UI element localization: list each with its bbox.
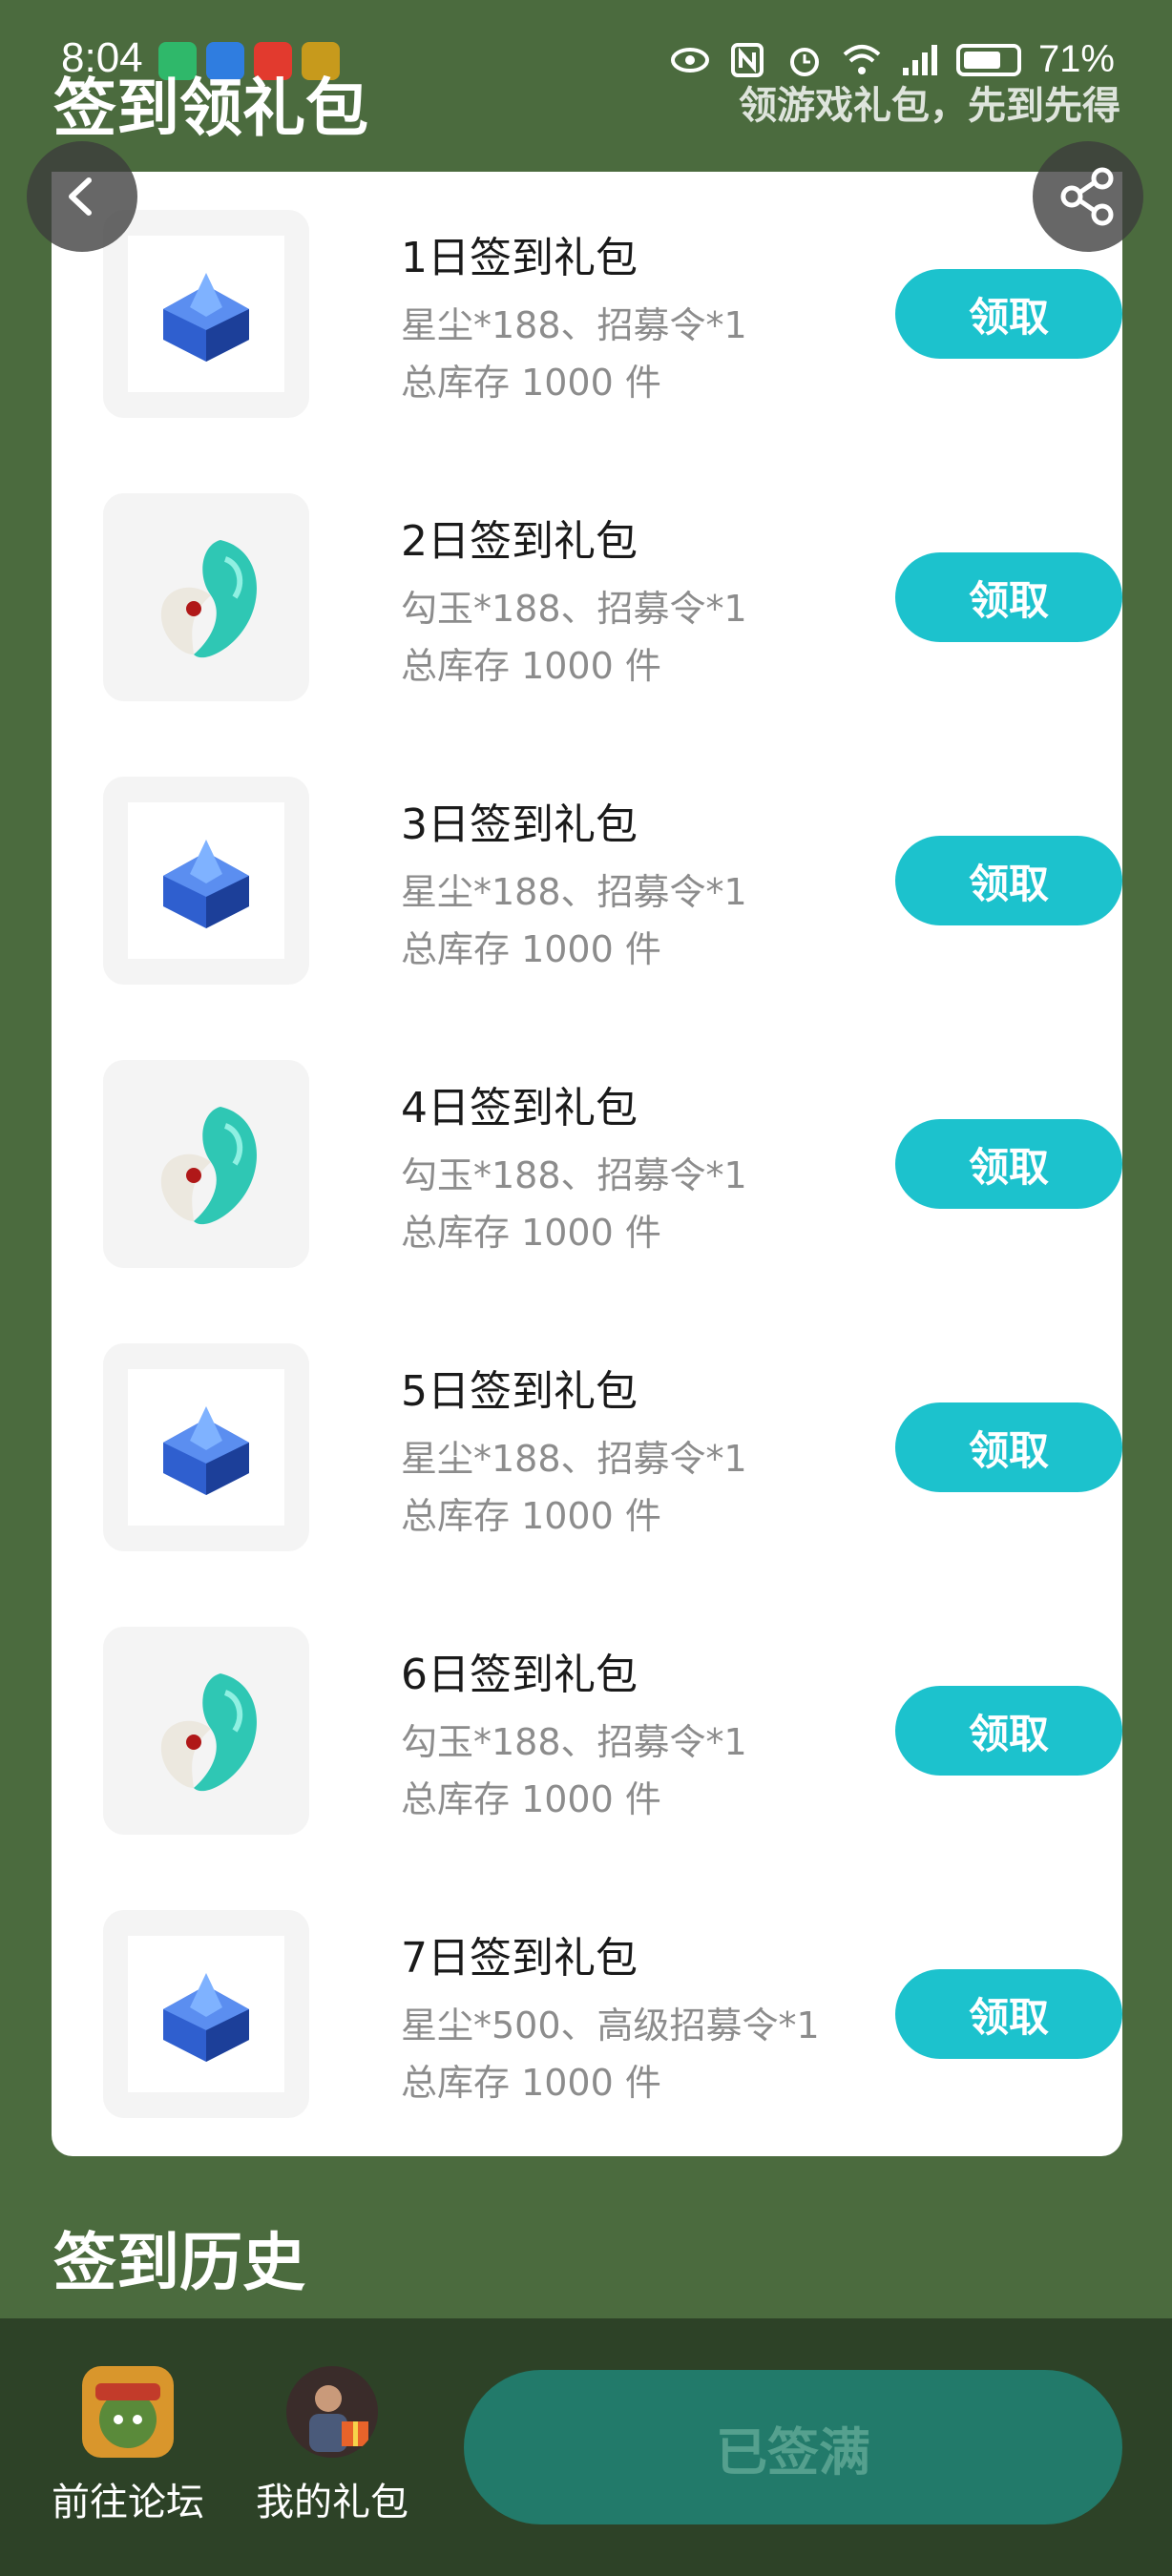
gift-list-card: 1日签到礼包 星尘*188、招募令*1 总库存 1000 件 领取 2日签到礼包…: [52, 172, 1122, 2156]
crystal-chest-icon: [163, 840, 249, 928]
crystal-chest-icon: [163, 1406, 249, 1495]
gift-description: 勾玉*188、招募令*1: [401, 588, 747, 630]
back-button[interactable]: [27, 141, 137, 252]
gift-name: 6日签到礼包: [401, 1651, 638, 1699]
eye-icon: [670, 47, 709, 73]
my-gifts-button[interactable]: 我的礼包: [256, 2366, 408, 2526]
forum-avatar-icon: [82, 2366, 174, 2458]
gift-name: 7日签到礼包: [401, 1934, 638, 1983]
signed-full-button[interactable]: 已签满: [464, 2370, 1122, 2524]
alarm-icon: [789, 47, 819, 76]
gift-description: 星尘*188、招募令*1: [401, 871, 747, 913]
gift-thumb: [103, 493, 309, 701]
gift-description: 勾玉*188、招募令*1: [401, 1154, 747, 1196]
claim-button[interactable]: 领取: [895, 269, 1122, 359]
gift-row: 1日签到礼包 星尘*188、招募令*1 总库存 1000 件 领取: [103, 210, 1122, 418]
gift-row: 2日签到礼包 勾玉*188、招募令*1 总库存 1000 件 领取: [103, 493, 1122, 701]
gift-row: 4日签到礼包 勾玉*188、招募令*1 总库存 1000 件 领取: [103, 1060, 1122, 1268]
magatama-icon: [160, 540, 257, 658]
gift-name: 3日签到礼包: [401, 800, 638, 849]
gift-thumb: [103, 777, 309, 985]
gift-row: 7日签到礼包 星尘*500、高级招募令*1 总库存 1000 件 领取: [103, 1910, 1122, 2118]
claim-button[interactable]: 领取: [895, 1119, 1122, 1209]
share-button[interactable]: [1033, 141, 1143, 252]
gift-name: 4日签到礼包: [401, 1084, 638, 1132]
gift-description: 星尘*188、招募令*1: [401, 304, 747, 346]
gift-stock: 总库存 1000 件: [401, 1495, 661, 1537]
gift-stock: 总库存 1000 件: [401, 928, 661, 970]
signal-icon: [902, 44, 937, 75]
gift-description: 勾玉*188、招募令*1: [401, 1721, 747, 1763]
gift-stock: 总库存 1000 件: [401, 1778, 661, 1820]
bottom-bar: 前往论坛 我的礼包 已签满: [0, 2318, 1172, 2576]
forum-button[interactable]: 前往论坛: [52, 2366, 204, 2526]
history-title: 签到历史: [53, 2226, 305, 2299]
forum-label: 前往论坛: [52, 2481, 204, 2524]
my-gifts-label: 我的礼包: [256, 2481, 408, 2524]
gift-thumb: [103, 1627, 309, 1835]
page-subtitle: 领游戏礼包，先到先得: [739, 84, 1120, 128]
wifi-icon: [843, 44, 881, 74]
claim-button[interactable]: 领取: [895, 1969, 1122, 2059]
gift-thumb: [103, 1910, 309, 2118]
crystal-chest-icon: [163, 273, 249, 362]
gift-thumb: [103, 210, 309, 418]
claim-button[interactable]: 领取: [895, 1402, 1122, 1492]
nfc-icon: [730, 42, 764, 77]
crystal-chest-icon: [163, 1973, 249, 2062]
gift-thumb: [103, 1060, 309, 1268]
gift-name: 5日签到礼包: [401, 1367, 638, 1416]
claim-button[interactable]: 领取: [895, 552, 1122, 642]
battery-icon: [955, 43, 1021, 76]
claim-button[interactable]: 领取: [895, 1686, 1122, 1776]
claim-button[interactable]: 领取: [895, 836, 1122, 925]
gift-thumb: [103, 1343, 309, 1551]
magatama-icon: [160, 1107, 257, 1225]
gift-stock: 总库存 1000 件: [401, 2062, 661, 2104]
chevron-left-icon: [69, 177, 92, 216]
gift-stock: 总库存 1000 件: [401, 645, 661, 687]
gift-description: 星尘*500、高级招募令*1: [401, 2005, 820, 2046]
gift-row: 3日签到礼包 星尘*188、招募令*1 总库存 1000 件 领取: [103, 777, 1122, 985]
gift-description: 星尘*188、招募令*1: [401, 1438, 747, 1480]
share-icon: [1060, 167, 1114, 226]
page-title: 签到领礼包: [53, 72, 368, 145]
gift-row: 5日签到礼包 星尘*188、招募令*1 总库存 1000 件 领取: [103, 1343, 1122, 1551]
magatama-icon: [160, 1673, 257, 1792]
gift-stock: 总库存 1000 件: [401, 1212, 661, 1254]
gift-row: 6日签到礼包 勾玉*188、招募令*1 总库存 1000 件 领取: [103, 1627, 1122, 1835]
gift-name: 1日签到礼包: [401, 234, 638, 282]
my-gifts-avatar-icon: [286, 2366, 378, 2458]
gift-name: 2日签到礼包: [401, 517, 638, 566]
gift-stock: 总库存 1000 件: [401, 362, 661, 404]
